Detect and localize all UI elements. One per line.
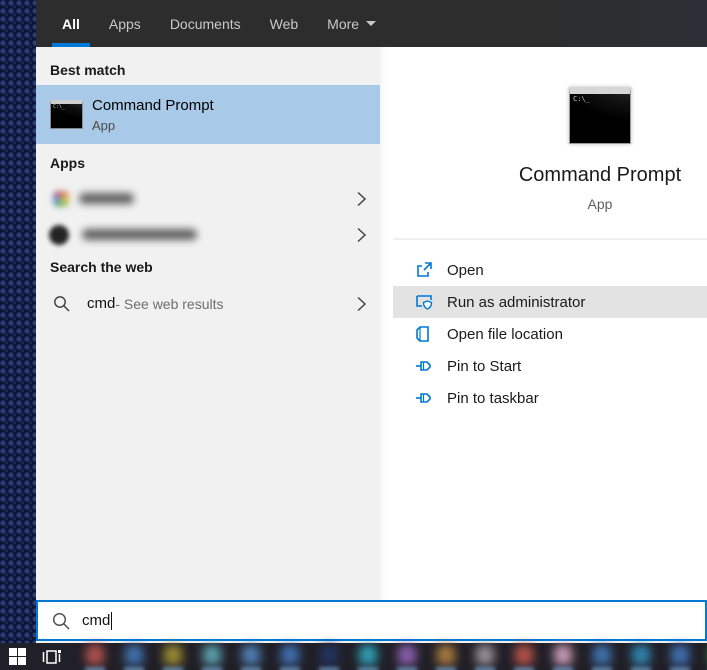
redacted-text	[79, 193, 134, 204]
search-the-web-header: Search the web	[50, 259, 153, 275]
app-result-redacted-1[interactable]	[36, 183, 380, 214]
blurred-app-icon[interactable]	[278, 645, 302, 669]
search-filter-tabbar: All Apps Documents Web More	[36, 0, 707, 47]
search-results-pane: Best match C:\_ Command Prompt App Apps	[36, 47, 380, 600]
divider	[393, 238, 707, 240]
chevron-right-icon[interactable]	[357, 296, 366, 311]
action-label: Open	[447, 262, 484, 279]
chevron-down-icon	[366, 21, 376, 26]
search-icon	[53, 295, 70, 312]
action-label: Pin to taskbar	[447, 390, 539, 407]
chevron-right-icon[interactable]	[357, 227, 366, 242]
blurred-app-icon[interactable]	[434, 645, 458, 669]
task-view-icon	[42, 649, 61, 665]
blurred-app-icon[interactable]	[239, 645, 263, 669]
action-open-file-location[interactable]: Open file location	[393, 318, 707, 350]
best-match-header: Best match	[50, 62, 125, 78]
blurred-app-icon[interactable]	[200, 645, 224, 669]
web-query-text: cmd	[87, 295, 115, 312]
preview-pane: C:\_ Command Prompt App Open Run as admi…	[380, 47, 707, 600]
action-pin-to-start[interactable]: Pin to Start	[393, 350, 707, 382]
search-icon	[52, 612, 70, 630]
blurred-app-icon[interactable]	[83, 645, 107, 669]
tab-more-label: More	[327, 16, 359, 32]
action-open[interactable]: Open	[393, 254, 707, 286]
best-match-title: Command Prompt	[92, 97, 214, 114]
taskbar-app-icons	[83, 645, 707, 669]
pin-icon	[415, 357, 433, 375]
action-label: Run as administrator	[447, 294, 585, 311]
folder-location-icon	[415, 325, 433, 343]
prompt-glyph: C:\_	[53, 104, 65, 110]
preview-title: Command Prompt	[493, 164, 707, 187]
tab-web[interactable]: Web	[270, 0, 299, 47]
open-icon	[415, 261, 433, 279]
chevron-right-icon[interactable]	[357, 191, 366, 206]
web-search-result-cmd[interactable]: cmd - See web results	[36, 288, 380, 319]
tab-all[interactable]: All	[62, 0, 80, 47]
redacted-text	[82, 229, 197, 240]
command-prompt-icon: C:\_	[50, 100, 83, 129]
blurred-app-icon[interactable]	[161, 645, 185, 669]
blurred-app-icon[interactable]	[356, 645, 380, 669]
best-match-subtitle: App	[92, 118, 214, 133]
tab-apps[interactable]: Apps	[109, 0, 141, 47]
action-pin-to-taskbar[interactable]: Pin to taskbar	[393, 382, 707, 414]
blurred-app-icon[interactable]	[512, 645, 536, 669]
blurred-app-icon[interactable]	[551, 645, 575, 669]
blurred-app-icon[interactable]	[395, 645, 419, 669]
preview-subtitle: App	[493, 196, 707, 212]
apps-header: Apps	[50, 155, 85, 171]
tab-more[interactable]: More	[327, 0, 376, 47]
blurred-app-icon[interactable]	[629, 645, 653, 669]
start-button[interactable]	[0, 643, 34, 670]
text-caret	[111, 612, 112, 630]
task-view-button[interactable]	[34, 643, 68, 670]
blurred-app-icon[interactable]	[668, 645, 692, 669]
windows-start-icon	[9, 648, 26, 665]
blurred-colorful-app-icon	[53, 191, 69, 207]
taskbar-search-input[interactable]: cmd	[36, 600, 707, 641]
blurred-app-icon[interactable]	[317, 645, 341, 669]
blurred-app-icon[interactable]	[122, 645, 146, 669]
taskbar	[0, 643, 707, 670]
blurred-app-icon[interactable]	[590, 645, 614, 669]
action-run-as-administrator[interactable]: Run as administrator	[393, 286, 707, 318]
web-suffix-text: - See web results	[115, 296, 223, 312]
blurred-dark-circle-app-icon	[49, 225, 69, 245]
prompt-glyph: C:\_	[573, 95, 590, 103]
tab-documents[interactable]: Documents	[170, 0, 241, 47]
search-input-value: cmd	[82, 612, 110, 629]
app-result-redacted-2[interactable]	[36, 219, 380, 250]
action-label: Pin to Start	[447, 358, 521, 375]
pin-icon	[415, 389, 433, 407]
blurred-app-icon[interactable]	[473, 645, 497, 669]
best-match-result-command-prompt[interactable]: C:\_ Command Prompt App	[36, 85, 380, 144]
command-prompt-icon-large: C:\_	[569, 87, 631, 144]
action-label: Open file location	[447, 326, 563, 343]
start-search-flyout: All Apps Documents Web More Best match C…	[36, 0, 707, 643]
admin-shield-icon	[415, 293, 433, 311]
preview-block: C:\_ Command Prompt App	[493, 47, 707, 212]
